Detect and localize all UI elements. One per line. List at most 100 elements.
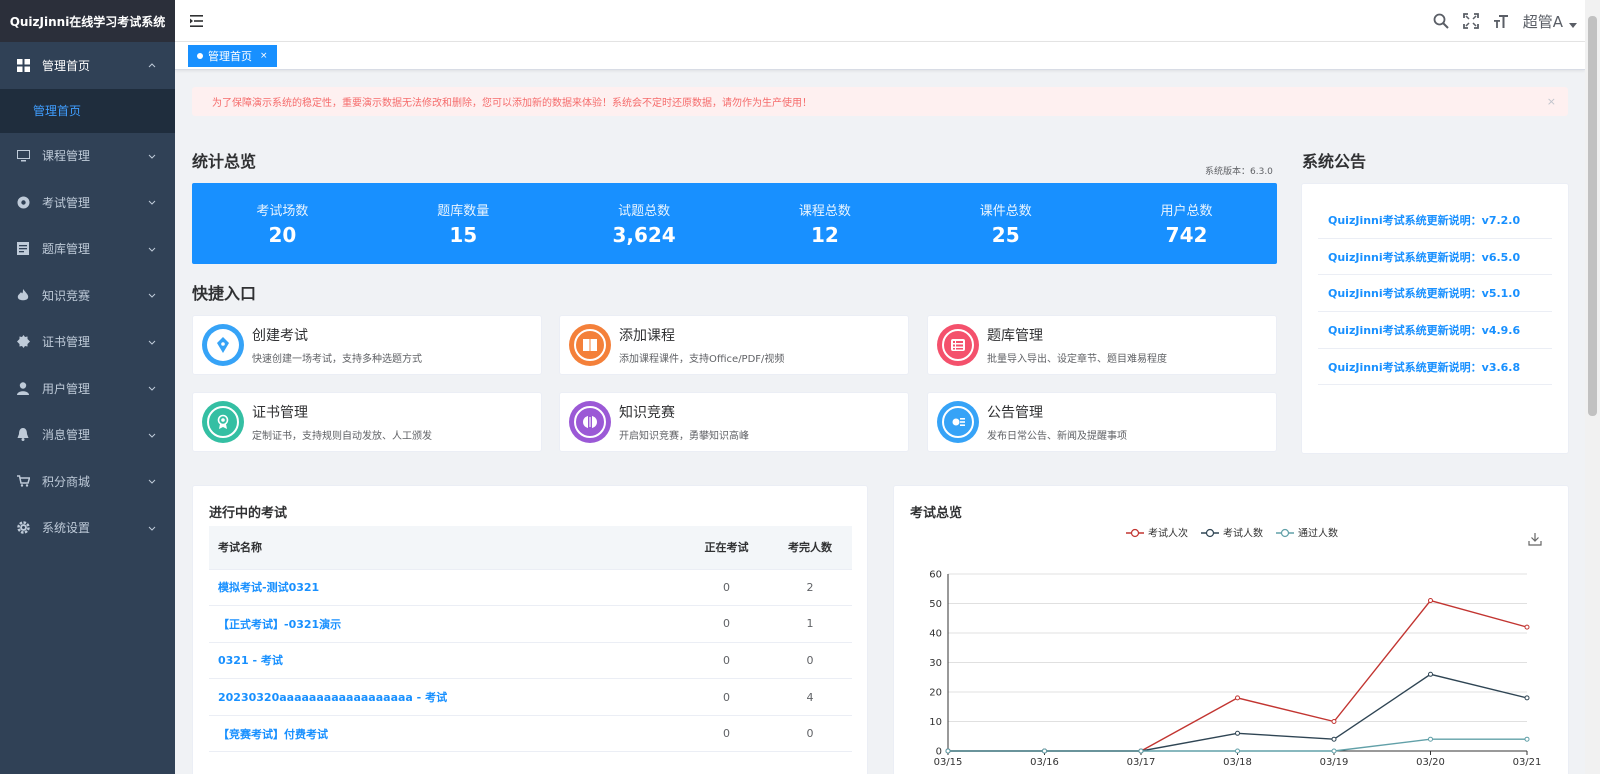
sidebar-item-settings[interactable]: 系统设置 [0, 505, 175, 552]
exam-name-link[interactable]: 20230320aaaaaaaaaaaaaaaaaa - 考试 [209, 678, 685, 716]
sidebar-item-label: 用户管理 [42, 381, 91, 396]
scrollbar-thumb[interactable] [1588, 16, 1597, 416]
sidebar-item-label: 系统设置 [42, 521, 91, 536]
exam-name-link[interactable]: 0321 - 考试 [209, 642, 685, 680]
stat-label: 课程总数 [798, 204, 851, 219]
user-name[interactable]: 超管A [1523, 11, 1563, 32]
sidebar-item-certificates[interactable]: 证书管理 [0, 319, 175, 366]
hamburger-icon[interactable] [189, 13, 205, 29]
table-row: 模拟考试-测试0321 0 2 [209, 569, 852, 607]
exam-name-link[interactable]: 【正式考试】-0321演示 [209, 605, 685, 643]
active-dot-icon [197, 53, 203, 59]
quick-desc-text: 开启知识竞赛，勇攀知识高峰 [619, 431, 749, 442]
versus-icon [569, 401, 611, 443]
download-icon[interactable] [1528, 532, 1542, 546]
exam-name-link[interactable]: 模拟考试-测试0321 [209, 569, 685, 607]
fullscreen-icon[interactable] [1461, 11, 1481, 31]
sidebar: QuizJinni在线学习考试系统 管理首页 管理首页 课程管理 考试管理 题库… [0, 0, 175, 774]
stat-label: 课件总数 [979, 204, 1032, 219]
sidebar-item-courses[interactable]: 课程管理 [0, 133, 175, 180]
notice-link[interactable]: QuizJinni考试系统更新说明：v5.1.0 [1318, 275, 1552, 313]
quick-question-bank[interactable]: 题库管理 批量导入导出、设定章节、题目难易程度 [927, 315, 1277, 375]
table-row: 20230320aaaaaaaaaaaaaaaaaa - 考试 0 4 [209, 678, 852, 716]
close-icon[interactable]: × [260, 51, 268, 61]
bell-icon [16, 428, 30, 442]
tab-label: 管理首页 [208, 50, 252, 63]
sidebar-item-contest[interactable]: 知识竞赛 [0, 272, 175, 319]
notice-link[interactable]: QuizJinni考试系统更新说明：v6.5.0 [1318, 239, 1552, 276]
notice-link[interactable]: QuizJinni考试系统更新说明：v7.2.0 [1318, 202, 1552, 239]
sidebar-item-users[interactable]: 用户管理 [0, 365, 175, 412]
table-cell: 2 [768, 569, 852, 607]
quick-contest[interactable]: 知识竞赛开启知识竞赛，勇攀知识高峰 [559, 392, 909, 452]
table-row: 0321 - 考试 0 0 [209, 642, 852, 680]
quick-add-course[interactable]: 添加课程 添加课程课件，支持Office/PDF/视频 [559, 315, 909, 375]
notice-link[interactable]: QuizJinni考试系统更新说明：v4.9.6 [1318, 312, 1552, 349]
quick-title-text: 知识竞赛 [619, 405, 675, 421]
stat-value: 3,624 [612, 223, 676, 247]
notice-link[interactable]: QuizJinni考试系统更新说明：v3.6.8 [1318, 349, 1552, 386]
sidebar-item-question-bank[interactable]: 题库管理 [0, 226, 175, 273]
stat-label: 用户总数 [1160, 204, 1213, 219]
tags-view: 管理首页 × [175, 42, 1585, 70]
chevron-down-icon [148, 293, 156, 298]
monitor-icon [16, 149, 30, 163]
stat-user-count: 用户总数 742 [1096, 183, 1277, 264]
user-icon [16, 381, 30, 395]
exam-name-link[interactable]: 【竞赛考试】付费考试 [209, 715, 685, 753]
notice-panel: QuizJinni考试系统更新说明：v7.2.0 QuizJinni考试系统更新… [1301, 183, 1569, 454]
quick-desc-text: 定制证书，支持规则自动发放、人工颁发 [252, 431, 432, 442]
sidebar-subitem-dashboard[interactable]: 管理首页 [0, 88, 175, 133]
stat-label: 题库数量 [437, 204, 490, 219]
list-icon [937, 324, 979, 366]
app-logo: QuizJinni在线学习考试系统 [0, 0, 175, 42]
tab-dashboard[interactable]: 管理首页 × [188, 45, 277, 67]
stats-banner: 考试场数 20 题库数量 15 试题总数 3,624 课程总数 12 课件总数 25 用户… [192, 183, 1277, 264]
stat-bank-count: 题库数量 15 [373, 183, 554, 264]
page-scrollbar[interactable] [1585, 0, 1600, 774]
table-cell: 0 [685, 642, 768, 680]
stat-exam-count: 考试场数 20 [192, 183, 373, 264]
quick-create-exam[interactable]: 创建考试 快速创建一场考试，支持多种选题方式 [192, 315, 542, 375]
sidebar-item-exams[interactable]: 考试管理 [0, 179, 175, 226]
quick-certificates[interactable]: 证书管理 定制证书，支持规则自动发放、人工颁发 [192, 392, 542, 452]
quick-title-text: 创建考试 [252, 328, 308, 344]
sidebar-item-messages[interactable]: 消息管理 [0, 412, 175, 459]
table-cell: 0 [685, 569, 768, 607]
book-icon [569, 324, 611, 366]
chevron-down-icon [148, 154, 156, 159]
stat-courseware-count: 课件总数 25 [915, 183, 1096, 264]
table-cell: 1 [768, 605, 852, 643]
chevron-down-icon [148, 340, 156, 345]
demo-alert: 为了保障演示系统的稳定性，重要演示数据无法修改和删除，您可以添加新的数据来体验！… [192, 87, 1568, 116]
sidebar-item-dashboard[interactable]: 管理首页 [0, 42, 175, 89]
sidebar-item-label: 课程管理 [42, 149, 91, 164]
stat-value: 742 [1165, 223, 1208, 247]
search-icon[interactable] [1431, 11, 1451, 31]
chevron-down-icon [148, 433, 156, 438]
cart-icon [16, 474, 30, 488]
award-icon [202, 401, 244, 443]
quick-notice-manage[interactable]: 公告管理 发布日常公告、新闻及提醒事项 [927, 392, 1277, 452]
close-icon[interactable]: × [1547, 95, 1556, 108]
sidebar-item-points-mall[interactable]: 积分商城 [0, 458, 175, 505]
caret-down-icon[interactable] [1569, 22, 1577, 28]
system-version: 系统版本：6.3.0 [1205, 167, 1273, 177]
chevron-down-icon [148, 386, 156, 391]
table-cell: 0 [768, 642, 852, 680]
ongoing-exams-panel: 进行中的考试 考试名称 正在考试 考完人数 模拟考试-测试0321 0 2 【正式考… [192, 485, 868, 774]
stat-value: 25 [991, 223, 1020, 247]
gear-icon [16, 521, 30, 535]
exams-table: 考试名称 正在考试 考完人数 模拟考试-测试0321 0 2 【正式考试】-0321… [209, 526, 852, 753]
panel-title: 进行中的考试 [209, 506, 288, 521]
table-cell: 4 [768, 678, 852, 716]
font-size-icon[interactable] [1491, 11, 1511, 31]
sidebar-item-label: 积分商城 [42, 474, 91, 489]
alert-text: 为了保障演示系统的稳定性，重要演示数据无法修改和删除，您可以添加新的数据来体验！… [212, 98, 812, 109]
stat-value: 15 [449, 223, 478, 247]
table-cell: 0 [685, 715, 768, 753]
table-cell: 0 [685, 678, 768, 716]
dashboard-icon [16, 58, 30, 72]
sidebar-item-label: 消息管理 [42, 428, 91, 443]
top-navbar: 超管A [175, 0, 1585, 42]
